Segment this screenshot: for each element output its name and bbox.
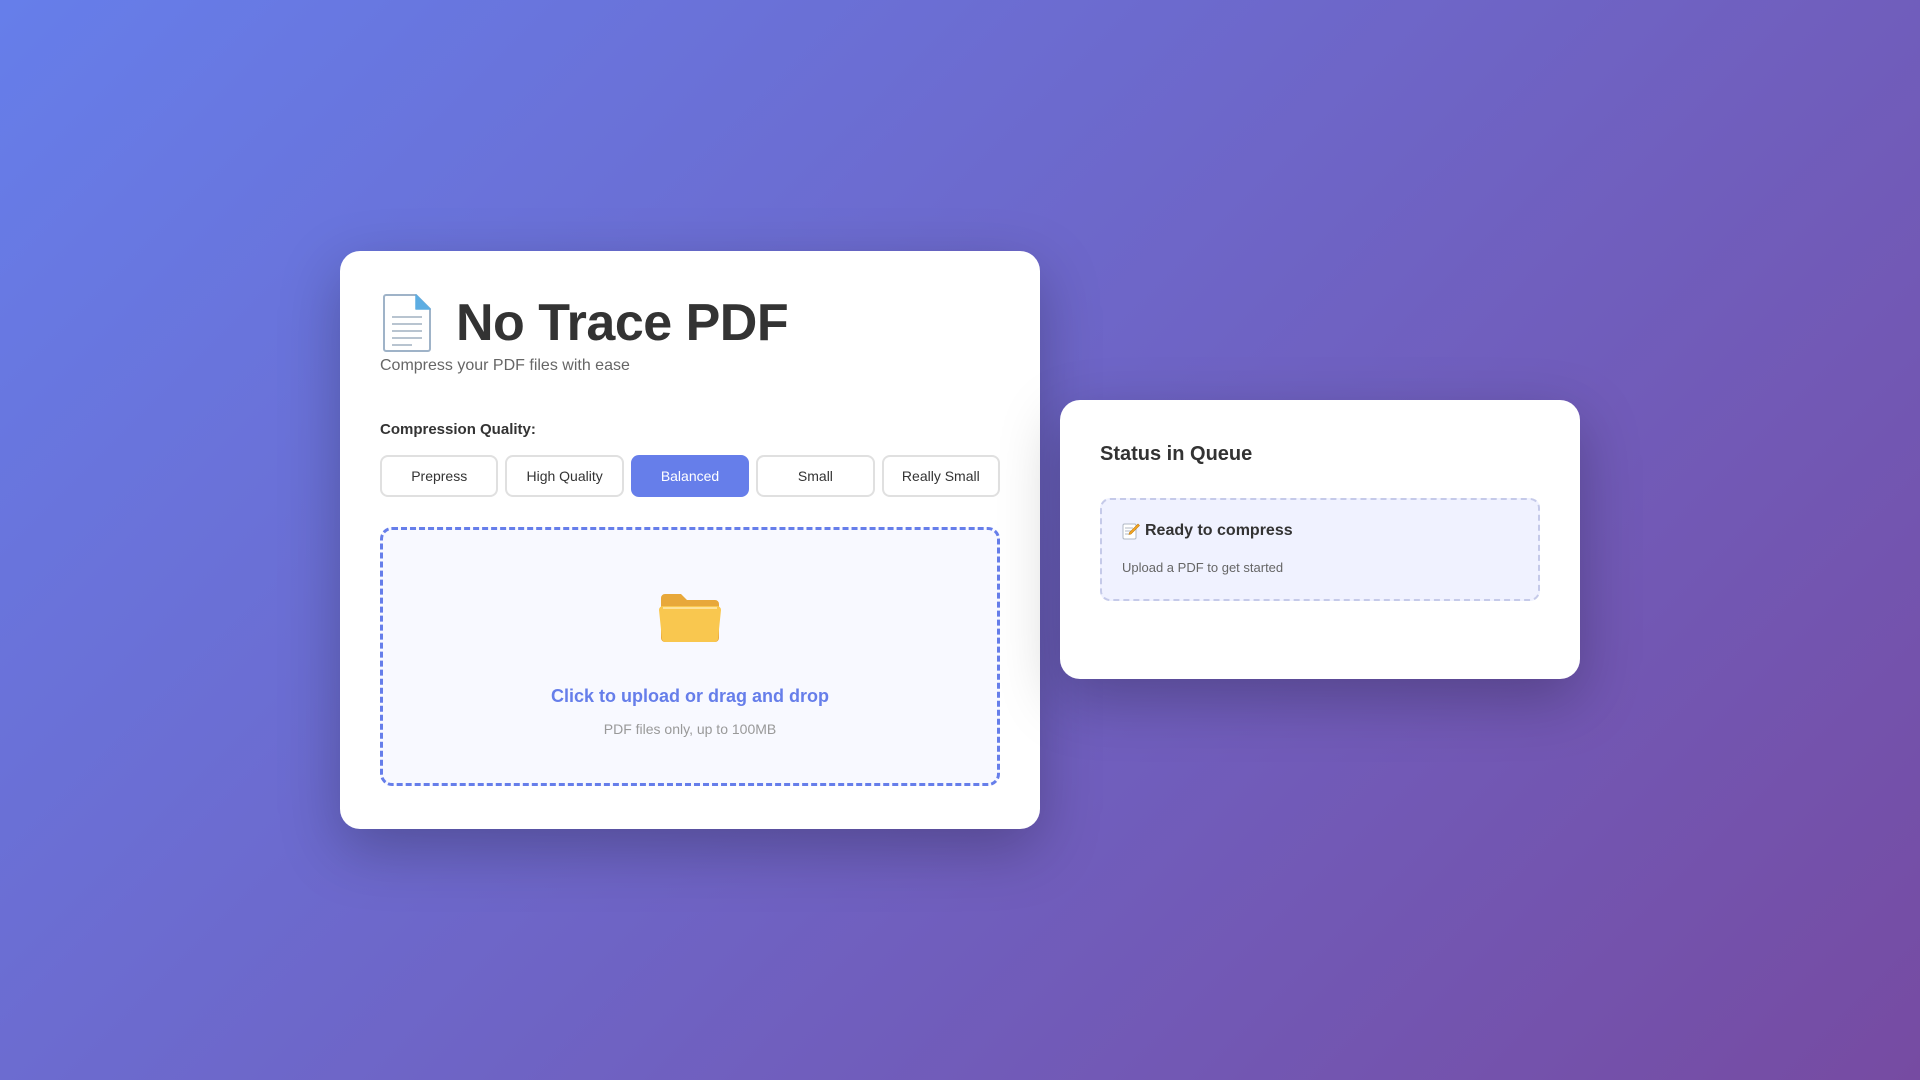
quality-options: Prepress High Quality Balanced Small Rea…	[380, 455, 1001, 497]
status-card: Status in Queue Ready to compress Upload…	[1060, 400, 1580, 679]
compressor-card: No Trace PDF Compress your PDF files wit…	[340, 251, 1040, 829]
upload-dropzone[interactable]: Click to upload or drag and drop PDF fil…	[380, 527, 1000, 786]
status-message: Upload a PDF to get started	[1122, 560, 1284, 575]
compression-quality-label: Compression Quality:	[380, 421, 536, 438]
app-subtitle: Compress your PDF files with ease	[380, 357, 630, 374]
quality-prepress-button[interactable]: Prepress	[380, 455, 499, 497]
status-heading-row: Ready to compress	[1122, 522, 1518, 540]
title-row: No Trace PDF	[380, 291, 1000, 355]
upload-instruction: Click to upload or drag and drop	[550, 686, 829, 706]
quality-small-button[interactable]: Small	[756, 455, 875, 497]
upload-hint: PDF files only, up to 100MB	[603, 721, 777, 737]
app-title: No Trace PDF	[456, 294, 789, 352]
memo-icon	[1122, 522, 1140, 540]
quality-really-small-button[interactable]: Really Small	[881, 455, 1001, 497]
folder-icon	[657, 588, 723, 646]
quality-balanced-button[interactable]: Balanced	[630, 455, 750, 497]
quality-high-quality-button[interactable]: High Quality	[505, 455, 624, 497]
document-icon	[380, 293, 434, 353]
status-box: Ready to compress Upload a PDF to get st…	[1100, 498, 1540, 601]
status-title: Status in Queue	[1100, 443, 1253, 465]
status-heading: Ready to compress	[1145, 522, 1293, 539]
